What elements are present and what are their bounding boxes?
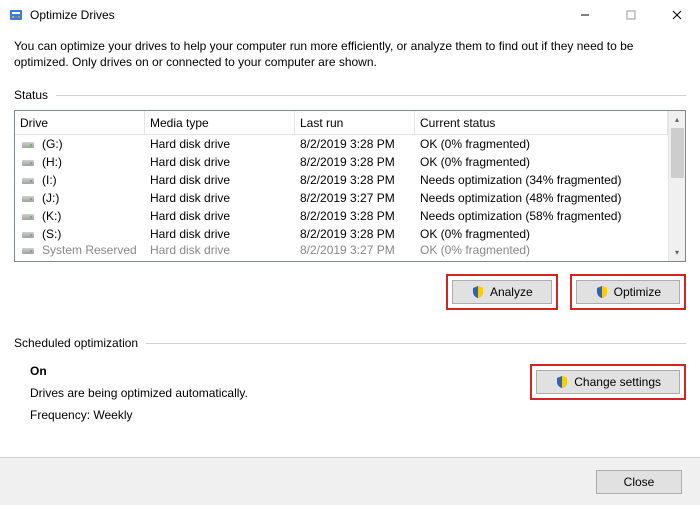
shield-icon [595, 285, 609, 299]
drive-icon [20, 138, 36, 150]
scheduled-text: On Drives are being optimized automatica… [14, 364, 248, 422]
status-label-text: Status [14, 88, 48, 102]
scheduled-section-label: Scheduled optimization [14, 336, 686, 350]
column-last-run[interactable]: Last run [295, 111, 415, 134]
drive-icon [20, 228, 36, 240]
highlight-analyze: Analyze [446, 274, 558, 310]
column-drive[interactable]: Drive [15, 111, 145, 134]
table-row[interactable]: (I:)Hard disk drive8/2/2019 3:28 PMNeeds… [15, 171, 668, 189]
drive-icon [20, 174, 36, 186]
column-media[interactable]: Media type [145, 111, 295, 134]
footer-bar: Close [0, 457, 700, 505]
drive-list-header: Drive Media type Last run Current status [15, 111, 668, 135]
drive-list-box: Drive Media type Last run Current status… [14, 110, 686, 262]
close-dialog-button[interactable]: Close [596, 470, 682, 494]
minimize-button[interactable] [562, 0, 608, 30]
drive-icon [20, 192, 36, 204]
shield-icon [471, 285, 485, 299]
scheduled-label-text: Scheduled optimization [14, 336, 138, 350]
close-button[interactable] [654, 0, 700, 30]
drive-icon [20, 156, 36, 168]
table-row[interactable]: (S:)Hard disk drive8/2/2019 3:28 PMOK (0… [15, 225, 668, 243]
status-section-label: Status [14, 88, 686, 102]
table-row-partial[interactable]: System Reserved Hard disk drive 8/2/2019… [15, 243, 668, 257]
vertical-scrollbar[interactable]: ▴ ▾ [668, 111, 685, 261]
column-status[interactable]: Current status [415, 111, 668, 134]
divider [146, 343, 686, 344]
titlebar: Optimize Drives [0, 0, 700, 30]
scheduled-state: On [30, 364, 248, 378]
app-icon [8, 7, 24, 23]
highlight-optimize: Optimize [570, 274, 686, 310]
window-title: Optimize Drives [30, 8, 562, 22]
drive-list[interactable]: Drive Media type Last run Current status… [15, 111, 668, 261]
table-row[interactable]: (J:)Hard disk drive8/2/2019 3:27 PMNeeds… [15, 189, 668, 207]
table-row[interactable]: (G:)Hard disk drive8/2/2019 3:28 PMOK (0… [15, 135, 668, 153]
scroll-thumb[interactable] [671, 128, 684, 178]
analyze-button[interactable]: Analyze [452, 280, 552, 304]
table-row[interactable]: (H:)Hard disk drive8/2/2019 3:28 PMOK (0… [15, 153, 668, 171]
highlight-change-settings: Change settings [530, 364, 686, 400]
scroll-down-icon[interactable]: ▾ [669, 244, 685, 261]
scheduled-frequency: Frequency: Weekly [30, 408, 248, 422]
scroll-up-icon[interactable]: ▴ [669, 111, 685, 128]
change-settings-button[interactable]: Change settings [536, 370, 680, 394]
maximize-button[interactable] [608, 0, 654, 30]
intro-text: You can optimize your drives to help you… [14, 38, 686, 70]
divider [56, 95, 686, 96]
scheduled-desc: Drives are being optimized automatically… [30, 386, 248, 400]
table-row[interactable]: (K:)Hard disk drive8/2/2019 3:28 PMNeeds… [15, 207, 668, 225]
optimize-button[interactable]: Optimize [576, 280, 680, 304]
drive-icon [20, 210, 36, 222]
shield-icon [555, 375, 569, 389]
action-button-row: Analyze Optimize [14, 274, 686, 310]
drive-icon [20, 244, 36, 256]
